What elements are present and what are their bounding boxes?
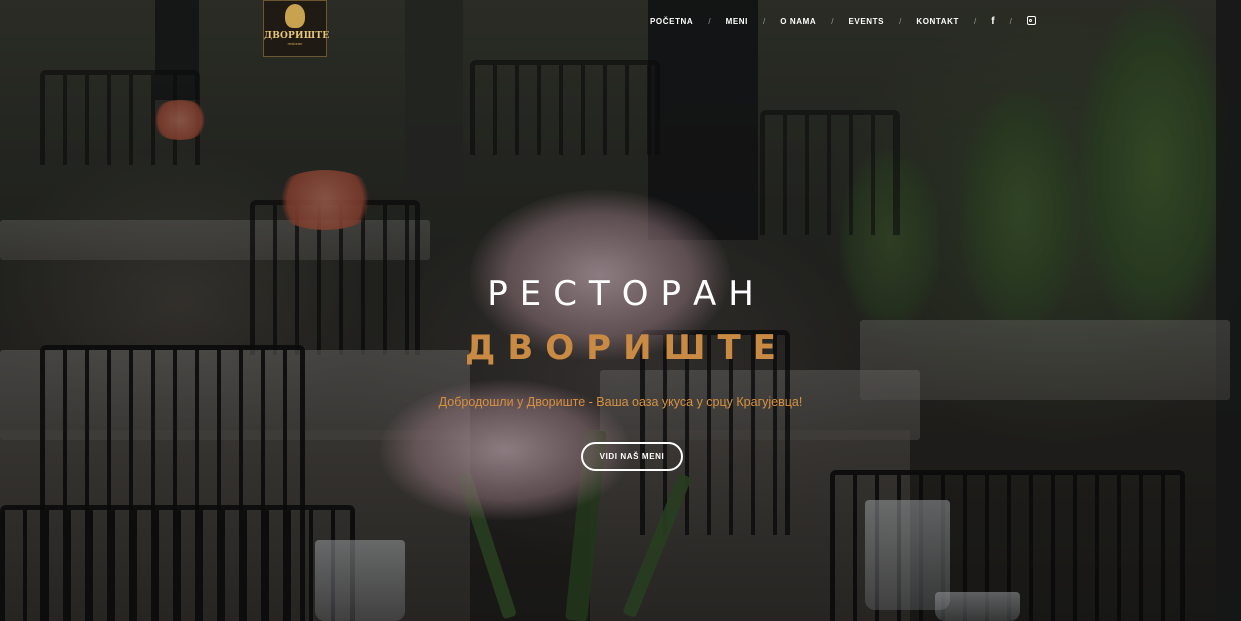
logo-title: ДВОРИШТЕ bbox=[264, 31, 330, 41]
nav-separator: / bbox=[974, 16, 977, 26]
nav-link-kontakt[interactable]: KONTAKT bbox=[916, 17, 959, 26]
main-navigation: POČETNA / MENI / O NAMA / EVENTS / KONTA… bbox=[650, 13, 1036, 29]
instagram-icon bbox=[1026, 16, 1036, 26]
instagram-link[interactable] bbox=[1026, 16, 1036, 27]
nav-separator: / bbox=[899, 16, 902, 26]
hero-tagline: Добродошли у Двориште - Ваша оаза укуса … bbox=[438, 395, 803, 409]
hero-title: РЕСТОРАН bbox=[487, 274, 766, 314]
chef-emblem-icon bbox=[285, 4, 305, 28]
hero-section: ДВОРИШТЕ restoran POČETNA / MENI / O NAM… bbox=[0, 0, 1241, 621]
logo-subtitle: restoran bbox=[287, 41, 303, 46]
nav-separator: / bbox=[1009, 16, 1012, 26]
nav-separator: / bbox=[831, 16, 834, 26]
hero-subtitle: ДВОРИШТЕ bbox=[465, 328, 788, 368]
nav-separator: / bbox=[762, 16, 766, 26]
nav-separator: / bbox=[708, 16, 711, 26]
view-menu-button[interactable]: VIDI NAŠ MENI bbox=[581, 442, 683, 471]
nav-link-meni[interactable]: MENI bbox=[726, 17, 748, 26]
site-logo[interactable]: ДВОРИШТЕ restoran bbox=[263, 0, 330, 57]
nav-link-pocetna[interactable]: POČETNA bbox=[650, 17, 693, 26]
nav-link-events[interactable]: EVENTS bbox=[848, 17, 884, 26]
nav-link-o-nama[interactable]: O NAMA bbox=[780, 17, 816, 26]
